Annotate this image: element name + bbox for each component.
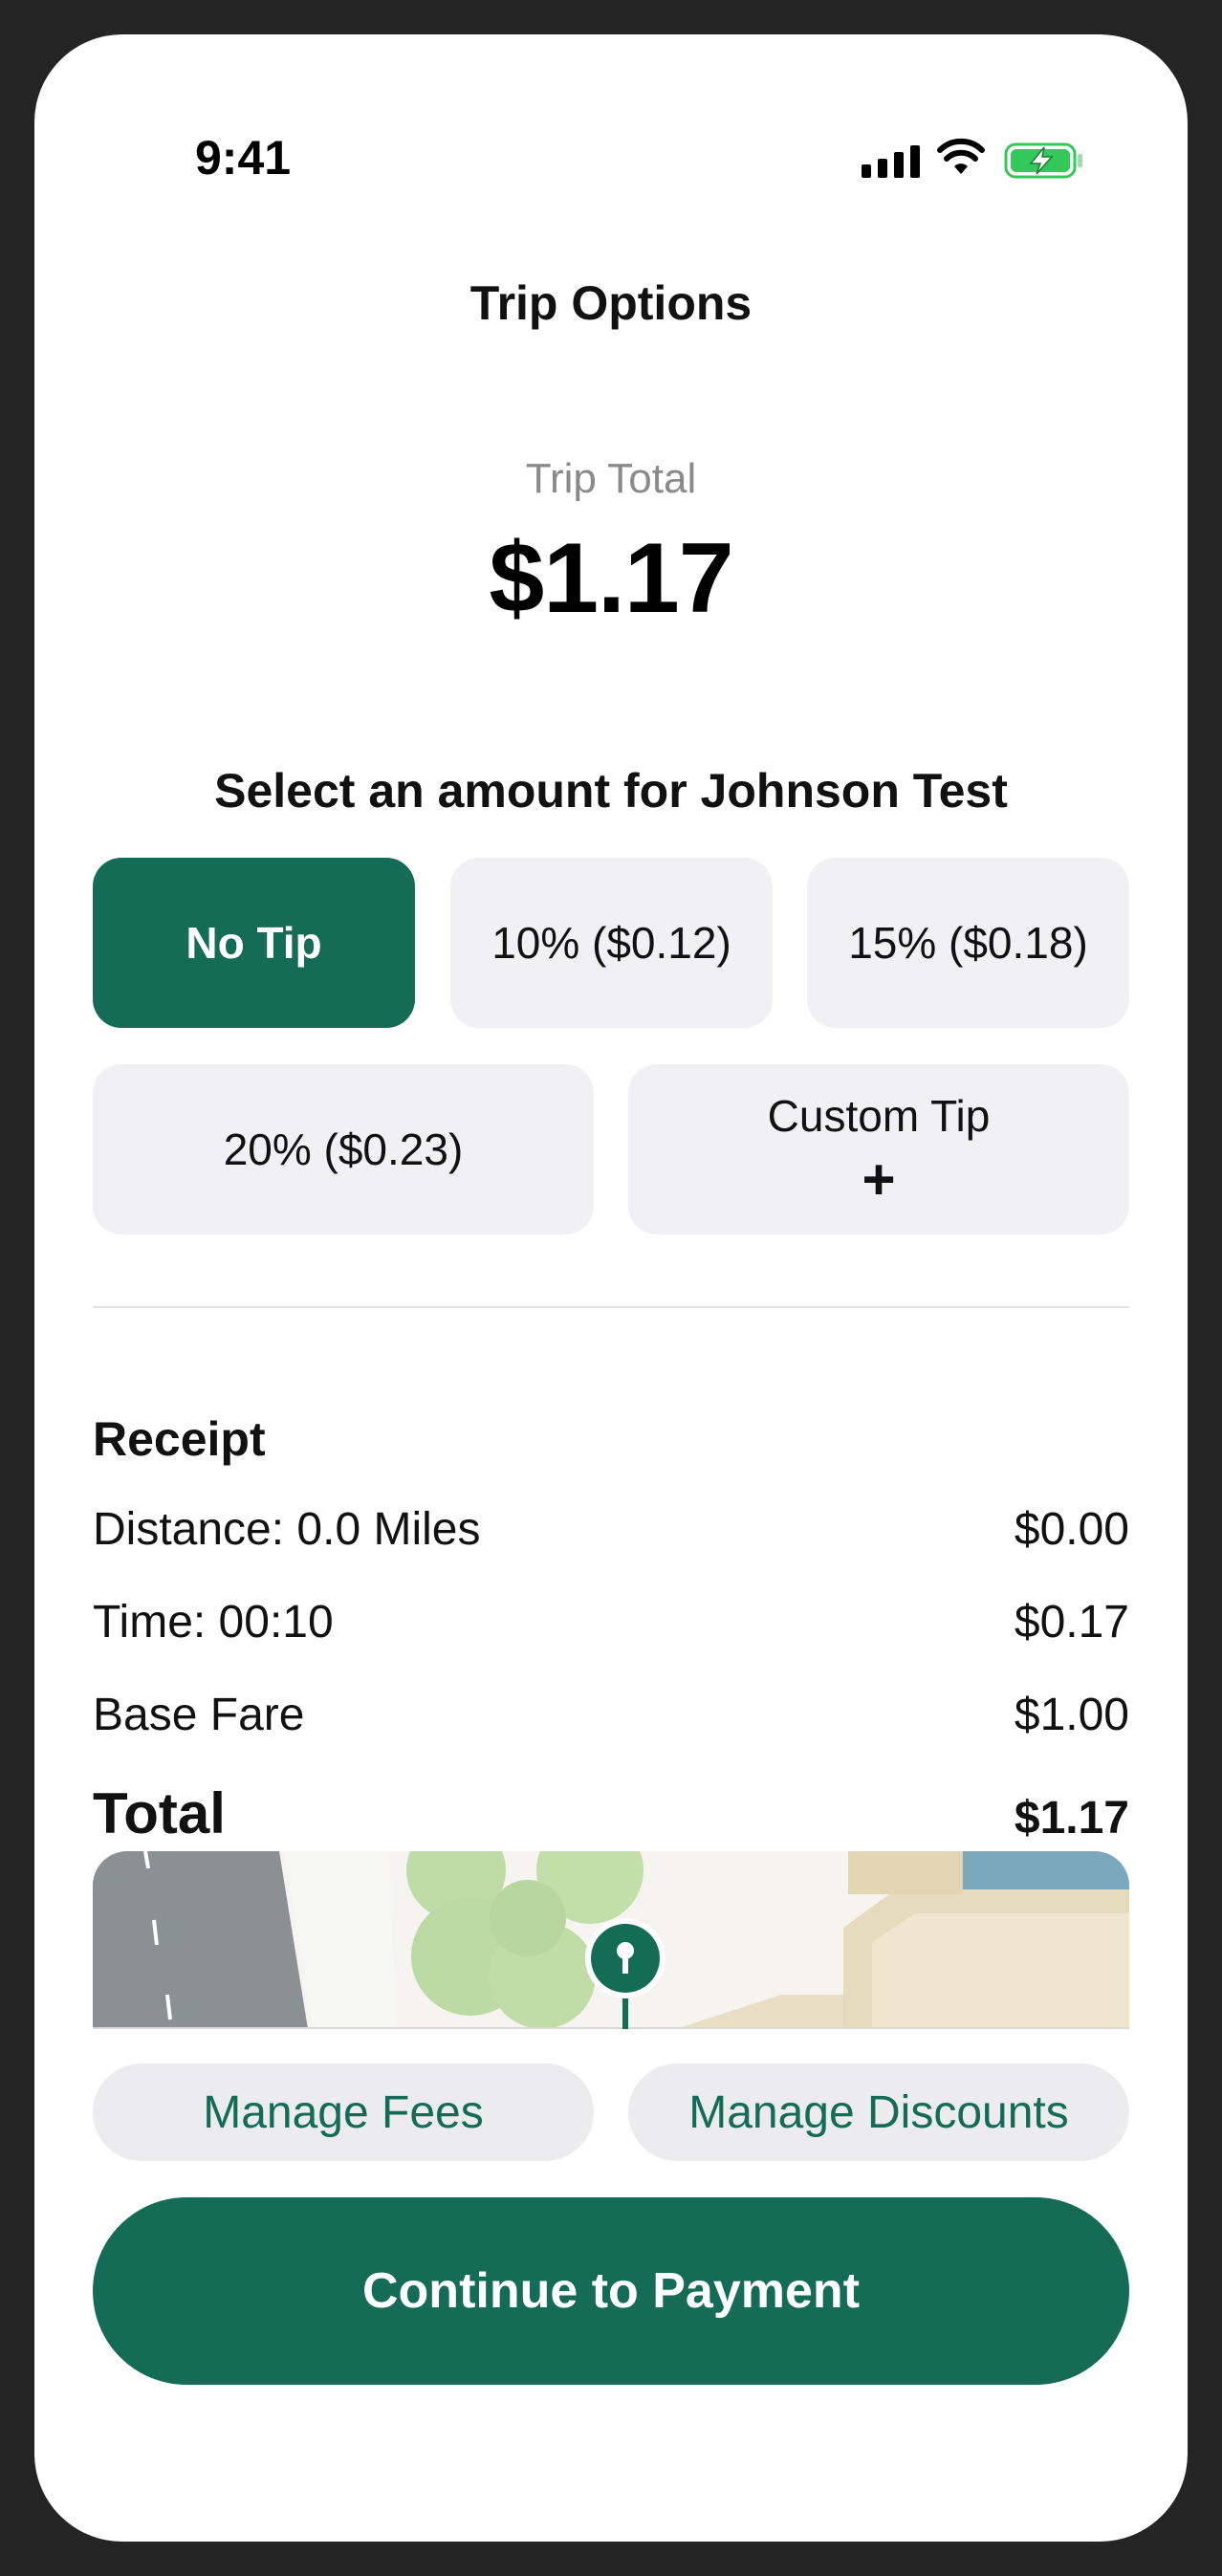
tip-option-20-percent[interactable]: 20% ($0.23) — [93, 1064, 594, 1234]
receipt-total-value: $1.17 — [1014, 1793, 1129, 1844]
receipt-row-value: $1.00 — [1014, 1690, 1129, 1740]
battery-charging-icon — [1004, 142, 1082, 179]
tip-option-15-percent[interactable]: 15% ($0.18) — [807, 858, 1129, 1028]
map-illustration — [93, 1851, 1129, 2029]
receipt-row-time: Time: 00:10 $0.17 — [93, 1596, 1129, 1648]
cellular-signal-icon — [862, 145, 920, 178]
tip-option-label: 20% ($0.23) — [223, 1124, 464, 1174]
receipt-row-label: Distance: 0.0 Miles — [93, 1504, 481, 1555]
tip-option-10-percent[interactable]: 10% ($0.12) — [450, 858, 773, 1028]
tip-option-label: 10% ($0.12) — [491, 918, 731, 968]
plus-icon: + — [862, 1147, 896, 1212]
tip-option-label: No Tip — [185, 918, 322, 968]
page-title: Trip Options — [469, 276, 753, 330]
receipt-title: Receipt — [93, 1412, 266, 1466]
trip-total-amount: $1.17 — [489, 523, 733, 634]
manage-discounts-button[interactable]: Manage Discounts — [628, 2063, 1129, 2161]
continue-to-payment-button[interactable]: Continue to Payment — [93, 2197, 1129, 2385]
manage-fees-button[interactable]: Manage Fees — [93, 2063, 594, 2161]
tip-option-label: 15% ($0.18) — [848, 918, 1088, 968]
receipt-row-label: Base Fare — [93, 1690, 305, 1740]
tip-option-custom[interactable]: Custom Tip + — [628, 1064, 1129, 1234]
status-time: 9:41 — [195, 131, 292, 185]
receipt-total-label: Total — [93, 1781, 226, 1845]
tip-option-no-tip[interactable]: No Tip — [93, 858, 415, 1028]
receipt-row-distance: Distance: 0.0 Miles $0.00 — [93, 1503, 1129, 1556]
receipt-total-row: Total $1.17 — [93, 1780, 1129, 1846]
divider — [93, 1306, 1129, 1308]
tip-prompt: Select an amount for Johnson Test — [214, 764, 1008, 818]
receipt-row-value: $0.00 — [1014, 1504, 1129, 1555]
receipt-row-label: Time: 00:10 — [93, 1597, 334, 1648]
receipt-row-base-fare: Base Fare $1.00 — [93, 1689, 1129, 1741]
receipt-row-value: $0.17 — [1014, 1597, 1129, 1648]
phone-screen: 9:41 Trip Options Trip Total $1.17 Selec… — [34, 34, 1188, 2542]
tip-option-label: Custom Tip — [767, 1091, 991, 1141]
trip-total-label: Trip Total — [525, 455, 697, 502]
wifi-icon — [937, 138, 985, 174]
trip-map[interactable] — [93, 1851, 1129, 2029]
